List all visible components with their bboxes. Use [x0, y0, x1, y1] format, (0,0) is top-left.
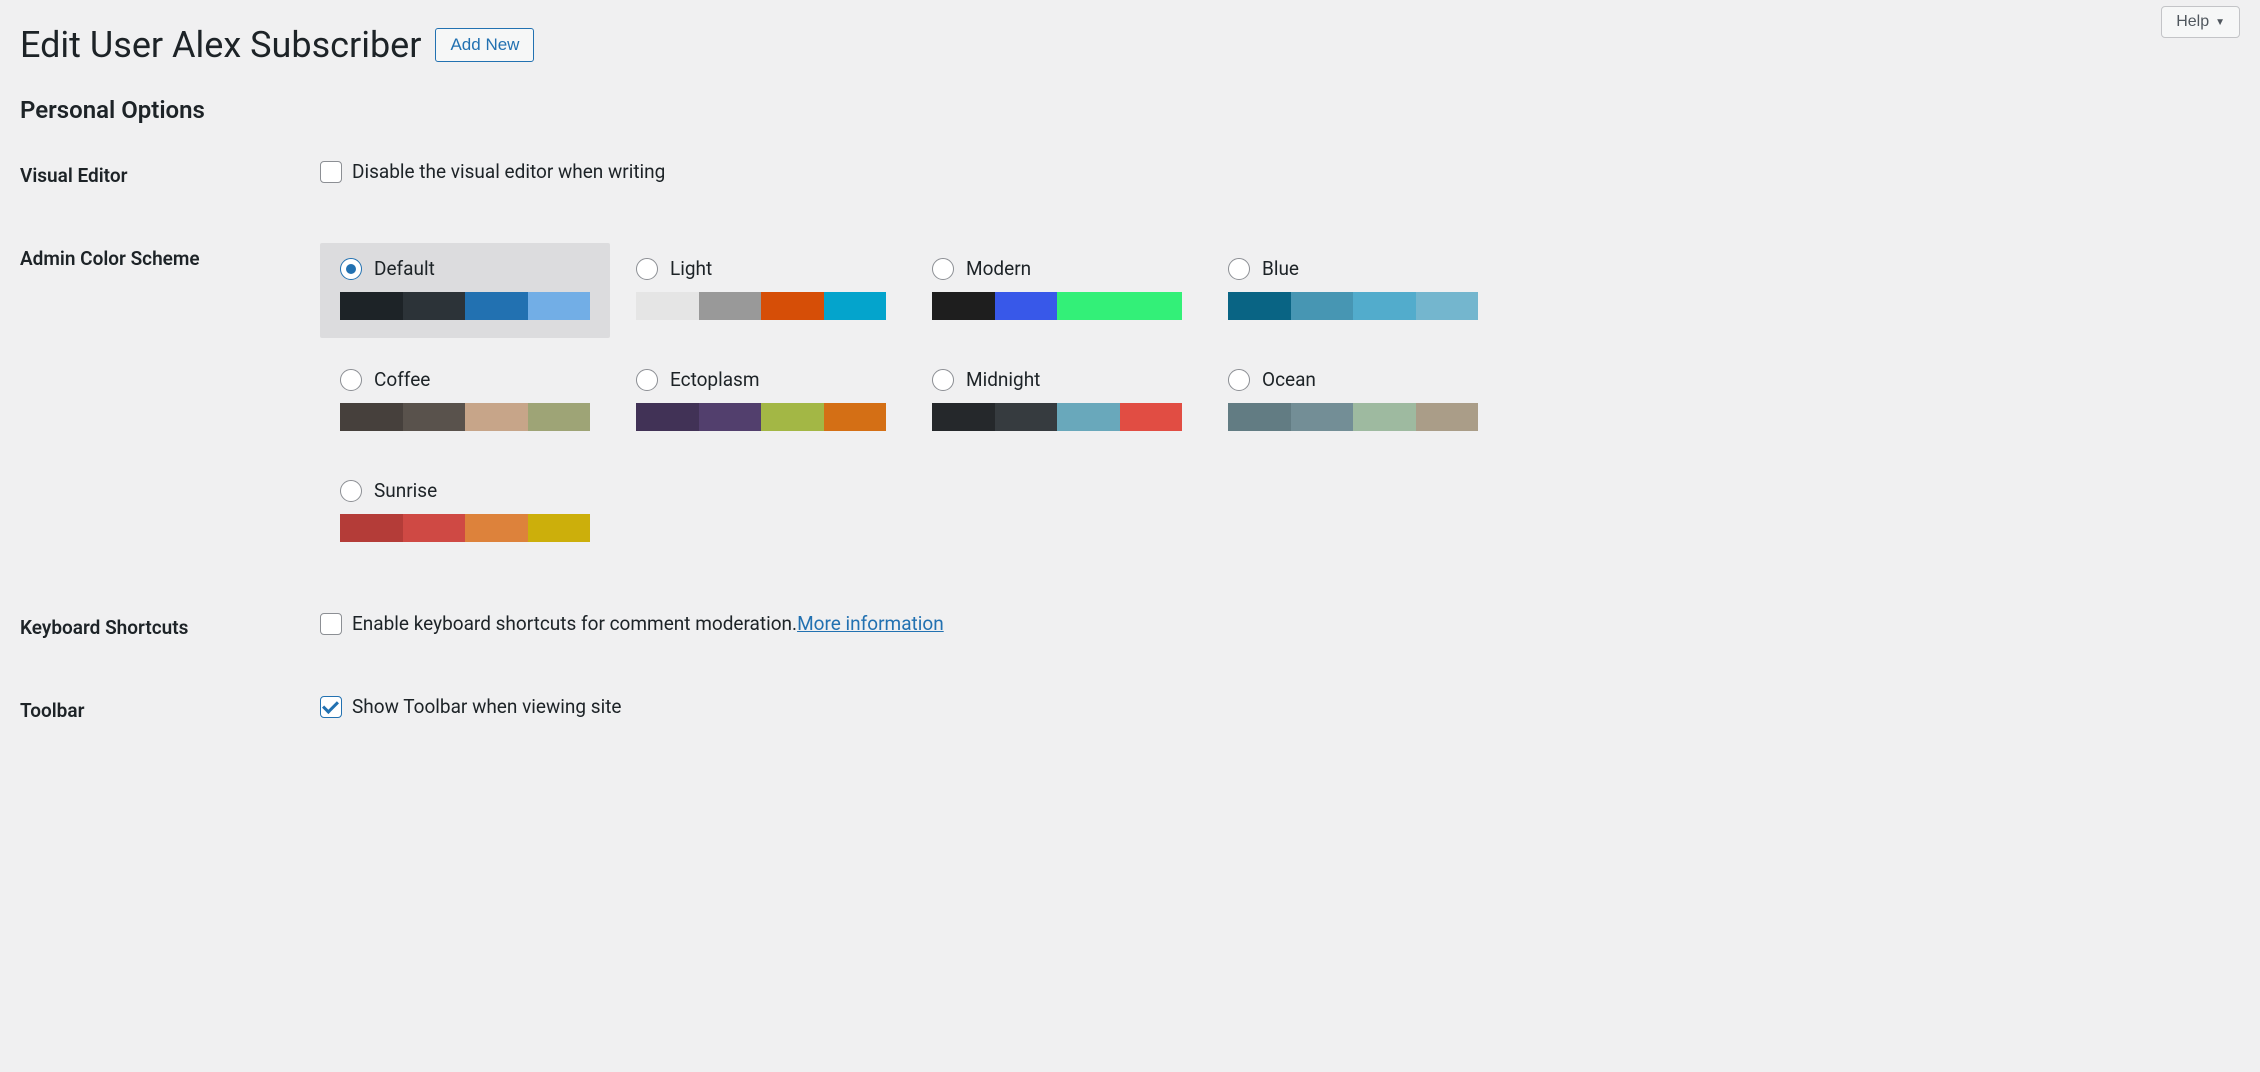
visual-editor-checkbox[interactable] [320, 161, 342, 183]
color-scheme-radio[interactable] [636, 258, 658, 280]
color-scheme-grid: Default Light Modern Blue Coffee Ectoplasm Mid… [320, 243, 2230, 560]
color-swatches [1228, 292, 1478, 320]
section-title: Personal Options [20, 96, 2240, 124]
color-swatch [1291, 292, 1354, 320]
color-swatch [403, 403, 466, 431]
color-swatch [528, 403, 591, 431]
color-swatch [465, 292, 528, 320]
keyboard-shortcuts-checkbox-label: Enable keyboard shortcuts for comment mo… [352, 612, 797, 635]
color-swatch [1057, 403, 1120, 431]
color-swatch [932, 403, 995, 431]
color-swatch [340, 403, 403, 431]
color-swatch [1228, 292, 1291, 320]
color-scheme-option[interactable]: Ocean [1208, 354, 1498, 449]
color-scheme-label: Coffee [374, 368, 430, 391]
color-swatch [1291, 403, 1354, 431]
color-swatch [761, 292, 824, 320]
color-swatch [699, 292, 762, 320]
color-swatch [1120, 292, 1183, 320]
color-scheme-radio[interactable] [340, 480, 362, 502]
color-scheme-label: Modern [966, 257, 1031, 280]
row-label-toolbar: Toolbar [20, 669, 320, 752]
color-swatch [1057, 292, 1120, 320]
toolbar-checkbox[interactable] [320, 696, 342, 718]
color-scheme-option[interactable]: Coffee [320, 354, 610, 449]
color-scheme-label: Sunrise [374, 479, 437, 502]
color-swatch [1416, 292, 1479, 320]
color-swatches [1228, 403, 1478, 431]
color-scheme-radio[interactable] [932, 258, 954, 280]
color-swatch [340, 292, 403, 320]
color-swatches [636, 292, 886, 320]
color-swatch [1228, 403, 1291, 431]
color-swatch [699, 403, 762, 431]
toolbar-toggle[interactable]: Show Toolbar when viewing site [320, 695, 621, 718]
color-scheme-radio[interactable] [1228, 258, 1250, 280]
color-swatches [932, 403, 1182, 431]
color-swatch [1120, 403, 1183, 431]
color-swatch [1353, 292, 1416, 320]
add-new-button[interactable]: Add New [435, 28, 534, 62]
color-scheme-label: Blue [1262, 257, 1299, 280]
color-swatch [465, 514, 528, 542]
color-scheme-radio[interactable] [340, 369, 362, 391]
color-scheme-option[interactable]: Blue [1208, 243, 1498, 338]
color-swatch [995, 292, 1058, 320]
keyboard-shortcuts-more-link[interactable]: More information [797, 612, 944, 635]
color-scheme-option[interactable]: Default [320, 243, 610, 338]
color-scheme-radio[interactable] [1228, 369, 1250, 391]
color-swatch [932, 292, 995, 320]
color-swatches [932, 292, 1182, 320]
color-scheme-radio[interactable] [932, 369, 954, 391]
color-swatch [403, 514, 466, 542]
color-swatch [995, 403, 1058, 431]
color-scheme-radio[interactable] [636, 369, 658, 391]
color-swatch [528, 514, 591, 542]
color-scheme-label: Light [670, 257, 712, 280]
color-swatch [340, 514, 403, 542]
color-scheme-label: Ocean [1262, 368, 1316, 391]
color-swatch [465, 403, 528, 431]
keyboard-shortcuts-toggle[interactable]: Enable keyboard shortcuts for comment mo… [320, 612, 944, 635]
visual-editor-toggle[interactable]: Disable the visual editor when writing [320, 160, 665, 183]
color-swatches [340, 292, 590, 320]
color-swatch [636, 292, 699, 320]
visual-editor-checkbox-label: Disable the visual editor when writing [352, 160, 665, 183]
color-scheme-label: Default [374, 257, 435, 280]
color-swatch [1416, 403, 1479, 431]
color-scheme-option[interactable]: Ectoplasm [616, 354, 906, 449]
row-label-keyboard-shortcuts: Keyboard Shortcuts [20, 586, 320, 669]
row-label-admin-color: Admin Color Scheme [20, 217, 320, 586]
row-label-visual-editor: Visual Editor [20, 134, 320, 217]
caret-down-icon: ▼ [2215, 17, 2225, 28]
color-swatch [824, 292, 887, 320]
color-swatch [761, 403, 824, 431]
help-label: Help [2176, 13, 2209, 31]
color-scheme-option[interactable]: Sunrise [320, 465, 610, 560]
color-swatch [636, 403, 699, 431]
color-swatches [340, 403, 590, 431]
keyboard-shortcuts-checkbox[interactable] [320, 613, 342, 635]
color-swatch [403, 292, 466, 320]
color-scheme-option[interactable]: Midnight [912, 354, 1202, 449]
color-swatch [1353, 403, 1416, 431]
color-scheme-label: Ectoplasm [670, 368, 760, 391]
color-swatch [824, 403, 887, 431]
color-scheme-option[interactable]: Modern [912, 243, 1202, 338]
page-title: Edit User Alex Subscriber [20, 24, 421, 66]
help-tab[interactable]: Help ▼ [2161, 6, 2240, 38]
toolbar-checkbox-label: Show Toolbar when viewing site [352, 695, 621, 718]
color-scheme-label: Midnight [966, 368, 1040, 391]
color-swatches [340, 514, 590, 542]
color-scheme-option[interactable]: Light [616, 243, 906, 338]
color-scheme-radio[interactable] [340, 258, 362, 280]
color-swatches [636, 403, 886, 431]
color-swatch [528, 292, 591, 320]
